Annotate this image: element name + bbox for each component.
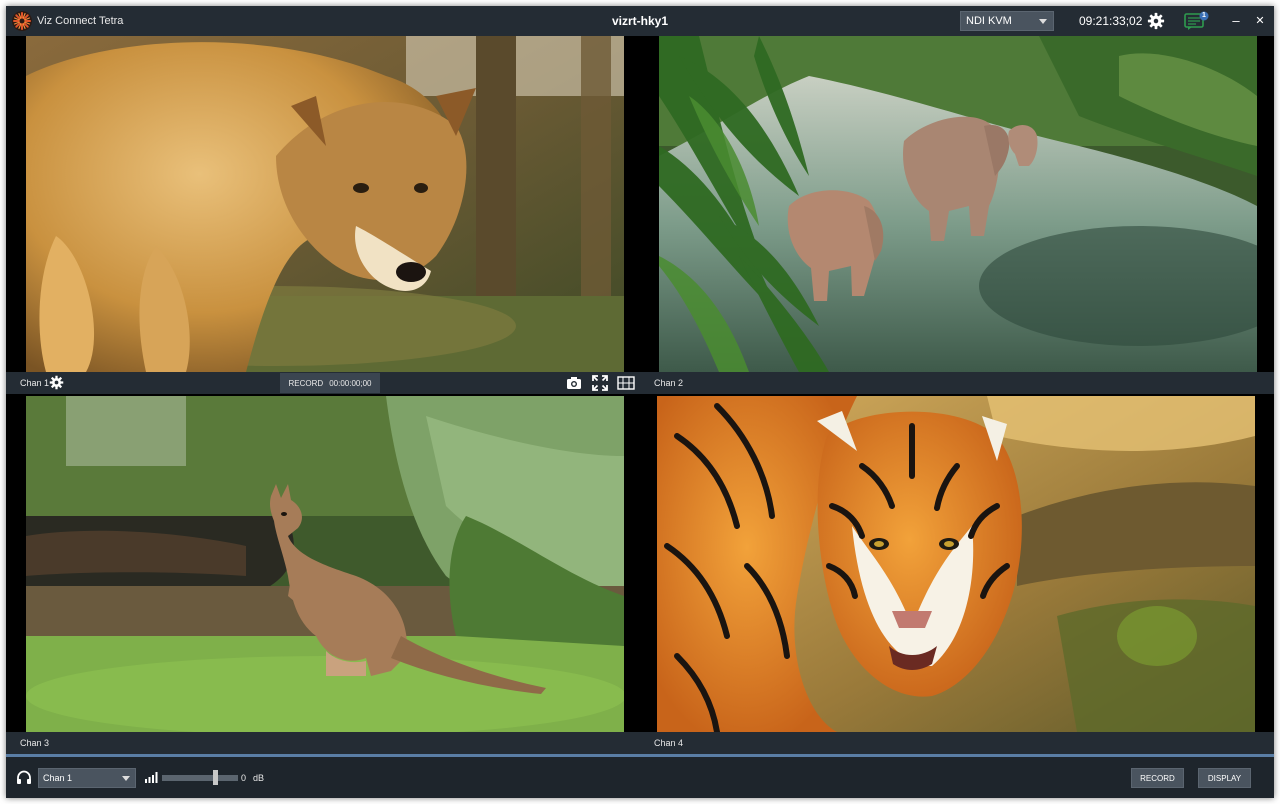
audio-channel-dropdown[interactable]: Chan 1 xyxy=(38,768,136,788)
app-window: Viz Connect Tetra vizrt-hky1 NDI KVM 09:… xyxy=(6,6,1274,798)
volume-slider-track[interactable] xyxy=(162,775,238,781)
channel-2-viewport[interactable] xyxy=(640,36,1274,372)
chevron-down-icon xyxy=(122,776,130,781)
audio-channel-value: Chan 1 xyxy=(43,773,73,783)
channel-1-settings-icon[interactable] xyxy=(49,375,64,390)
elephants-image xyxy=(659,36,1257,372)
source-dropdown-value: NDI KVM xyxy=(966,15,1012,27)
channel-1-record-time: 00:00:00;00 xyxy=(329,379,372,388)
display-button[interactable]: DISPLAY xyxy=(1198,768,1251,788)
kangaroo-image xyxy=(26,396,624,732)
notifications-button[interactable]: 1 xyxy=(1183,11,1211,31)
record-button[interactable]: RECORD xyxy=(1131,768,1184,788)
title-bar: Viz Connect Tetra vizrt-hky1 NDI KVM 09:… xyxy=(6,6,1274,36)
channel-1-video xyxy=(26,36,624,372)
chat-notification-icon xyxy=(1184,11,1209,30)
settings-gear-icon[interactable] xyxy=(1147,12,1165,30)
channel-2-bar: Chan 2 xyxy=(640,372,1274,394)
channel-4-video xyxy=(657,396,1255,732)
channel-2-video xyxy=(659,36,1257,372)
app-name: Viz Connect Tetra xyxy=(37,15,124,27)
volume-slider-thumb[interactable] xyxy=(213,770,218,785)
volume-bars-icon xyxy=(145,772,158,783)
footer-toolbar: Chan 1 0 dB RECORD DISPLAY xyxy=(6,757,1274,798)
fullscreen-icon[interactable] xyxy=(592,375,608,391)
channel-1-record-button[interactable]: RECORD 00:00:00;00 xyxy=(280,373,380,393)
channel-1-viewport[interactable] xyxy=(6,36,640,372)
close-button[interactable]: ✕ xyxy=(1251,11,1269,31)
channel-1-bar: Chan 1 RECORD 00:00:00;00 xyxy=(6,372,640,394)
tiger-image xyxy=(657,396,1255,732)
source-dropdown[interactable]: NDI KVM xyxy=(960,11,1054,31)
channel-3-bar: Chan 3 xyxy=(6,732,640,754)
channel-3-viewport[interactable] xyxy=(6,394,640,732)
volume-value: 0 xyxy=(241,773,247,783)
channel-1-label: Chan 1 xyxy=(20,378,50,388)
minimize-button[interactable]: ‒ xyxy=(1227,11,1245,31)
channel-4-bar: Chan 4 xyxy=(640,732,1274,754)
volume-unit: dB xyxy=(253,773,265,783)
viz-logo-icon xyxy=(12,11,32,31)
notification-count-badge: 1 xyxy=(1202,12,1206,19)
snapshot-camera-icon[interactable] xyxy=(566,375,582,391)
chevron-down-icon xyxy=(1039,19,1047,24)
safe-area-grid-icon[interactable] xyxy=(617,375,635,391)
channel-1-record-label: RECORD xyxy=(288,379,324,388)
channel-3-label: Chan 3 xyxy=(20,738,50,748)
timecode: 09:21:33;02 xyxy=(1079,14,1143,28)
wolf-image xyxy=(26,36,624,372)
channel-3-video xyxy=(26,396,624,732)
channel-4-label: Chan 4 xyxy=(654,738,684,748)
channel-2-label: Chan 2 xyxy=(654,378,684,388)
channel-4-viewport[interactable] xyxy=(640,394,1274,732)
headphones-icon xyxy=(17,770,31,784)
